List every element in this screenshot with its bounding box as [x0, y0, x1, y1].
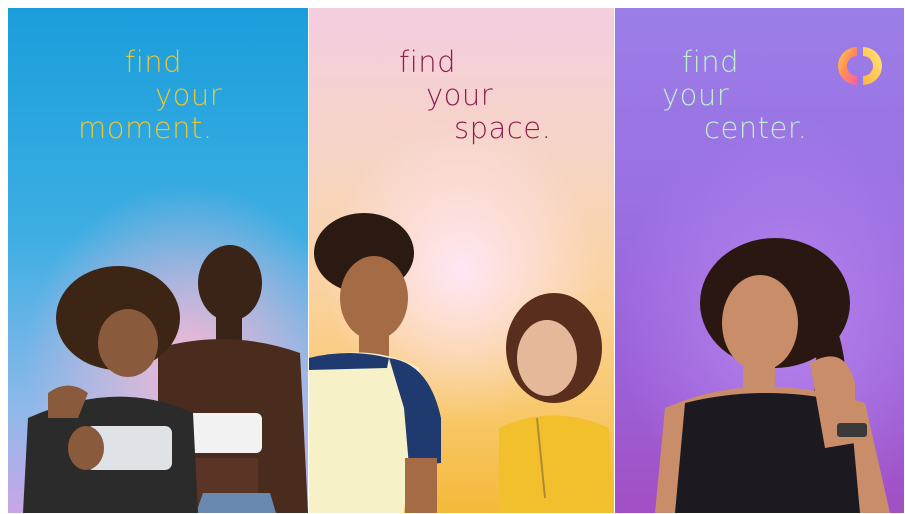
tagline-line-2: your	[426, 78, 494, 112]
tagline-line-1: find	[399, 45, 457, 79]
friends-taking-selfie-photo	[23, 245, 308, 513]
smiling-woman-photo	[655, 238, 890, 513]
tagline-line-3: moment.	[78, 111, 213, 145]
tagline-line-3: center.	[704, 111, 808, 145]
tagline-line-1: find	[125, 45, 183, 79]
tagline-line-1: find	[682, 45, 740, 79]
tagline: find your moment.	[78, 46, 222, 145]
panel-find-your-moment: find your moment.	[8, 8, 308, 513]
panel-find-your-space: find your space.	[309, 8, 614, 513]
ring-logo-icon	[838, 47, 882, 85]
tagline: find your center.	[662, 46, 807, 145]
tagline-line-2: your	[662, 78, 730, 112]
panel-find-your-center: find your center.	[615, 8, 904, 513]
friends-chatting-photo	[309, 213, 614, 513]
tagline-line-2: your	[155, 78, 223, 112]
tagline-line-3: space.	[454, 111, 552, 145]
tagline: find your space.	[399, 45, 551, 145]
